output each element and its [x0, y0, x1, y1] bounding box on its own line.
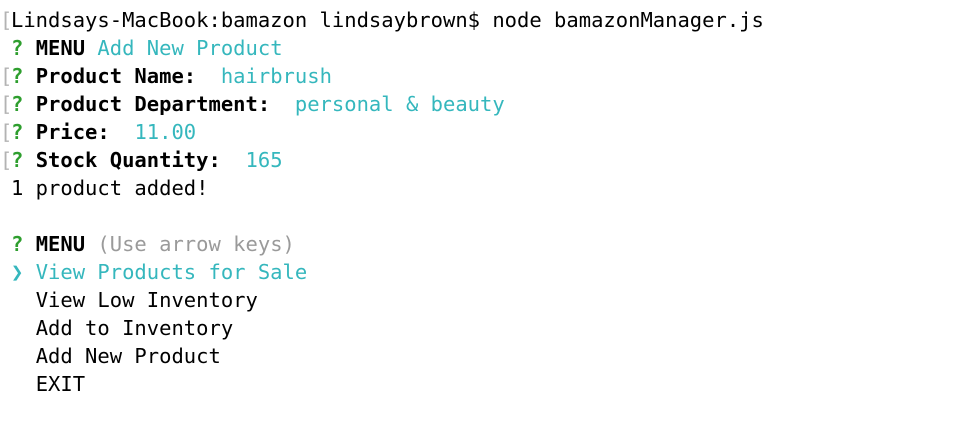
- menu-label: MENU: [35, 232, 86, 256]
- menu-option-label: View Products for Sale: [35, 260, 308, 284]
- question-mark-icon: ?: [11, 120, 24, 144]
- menu-option-exit[interactable]: EXIT: [0, 370, 962, 398]
- prompt-label: Product Department:: [35, 92, 271, 116]
- command-text: Lindsays-MacBook:bamazon lindsaybrown$ n…: [11, 8, 764, 32]
- result-message-line: 1 product added!: [0, 174, 962, 202]
- gutter-mark: [: [0, 148, 13, 172]
- pointer-arrow-icon: ❯: [11, 260, 24, 284]
- menu-label: MENU: [35, 36, 86, 60]
- question-mark-icon: ?: [11, 148, 24, 172]
- result-message: 1 product added!: [11, 176, 209, 200]
- menu-option-label: EXIT: [35, 372, 86, 396]
- question-mark-icon: ?: [11, 92, 24, 116]
- gutter-mark: [: [0, 92, 13, 116]
- menu-option-label: Add New Product: [35, 344, 221, 368]
- second-menu-line: ? MENU (Use arrow keys): [0, 230, 962, 258]
- question-mark-icon: ?: [11, 36, 24, 60]
- prompt-answer: 165: [245, 148, 283, 172]
- menu-answer: Add New Product: [97, 36, 283, 60]
- prompt-product-department: [? Product Department: personal & beauty: [0, 90, 962, 118]
- prompt-price: [? Price: 11.00: [0, 118, 962, 146]
- prompt-answer: hairbrush: [220, 64, 332, 88]
- menu-option-label: Add to Inventory: [35, 316, 234, 340]
- prompt-stock-quantity: [? Stock Quantity: 165: [0, 146, 962, 174]
- command-line: [Lindsays-MacBook:bamazon lindsaybrown$ …: [0, 6, 962, 34]
- gutter-mark: [: [0, 120, 13, 144]
- question-mark-icon: ?: [11, 64, 24, 88]
- prompt-label: Price:: [35, 120, 110, 144]
- first-menu-line: ? MENU Add New Product: [0, 34, 962, 62]
- prompt-product-name: [? Product Name: hairbrush: [0, 62, 962, 90]
- gutter-mark: [: [0, 8, 13, 32]
- menu-option-add-new-product[interactable]: Add New Product: [0, 342, 962, 370]
- menu-option-view-products[interactable]: ❯ View Products for Sale: [0, 258, 962, 286]
- terminal-window: [Lindsays-MacBook:bamazon lindsaybrown$ …: [0, 6, 962, 442]
- prompt-label: Product Name:: [35, 64, 197, 88]
- gutter-mark: [: [0, 64, 13, 88]
- prompt-answer: 11.00: [134, 120, 197, 144]
- menu-hint: (Use arrow keys): [97, 232, 295, 256]
- menu-option-add-to-inventory[interactable]: Add to Inventory: [0, 314, 962, 342]
- menu-option-label: View Low Inventory: [35, 288, 258, 312]
- question-mark-icon: ?: [11, 232, 24, 256]
- menu-option-view-low-inventory[interactable]: View Low Inventory: [0, 286, 962, 314]
- prompt-label: Stock Quantity:: [35, 148, 221, 172]
- prompt-answer: personal & beauty: [294, 92, 505, 116]
